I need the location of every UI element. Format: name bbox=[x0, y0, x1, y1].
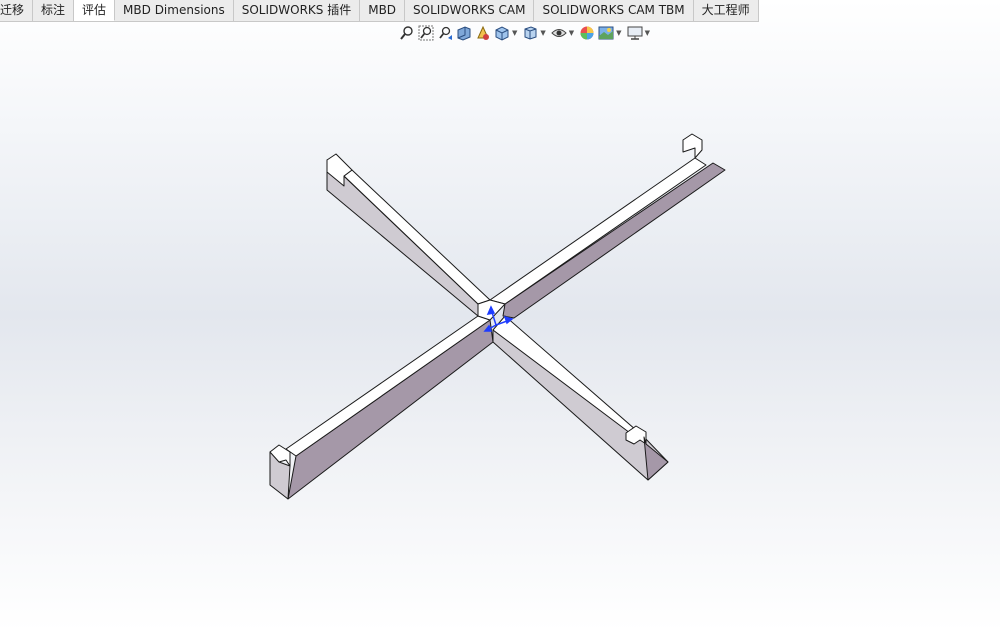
lower-right-arm-side-face bbox=[492, 329, 669, 481]
cross-frame-part bbox=[269, 133, 726, 500]
upper-right-arm-side-face bbox=[502, 162, 726, 319]
lower-left-arm-side-face bbox=[287, 319, 494, 500]
upper-right-arm-top-face bbox=[489, 157, 707, 305]
upper-right-end-tab bbox=[682, 133, 703, 159]
lower-left-arm-top-face bbox=[285, 315, 491, 457]
lower-right-arm-top-face bbox=[492, 315, 645, 438]
graphics-area[interactable] bbox=[0, 0, 1000, 631]
upper-left-arm-side-face bbox=[326, 159, 479, 317]
upper-left-arm-top-face bbox=[343, 169, 491, 305]
